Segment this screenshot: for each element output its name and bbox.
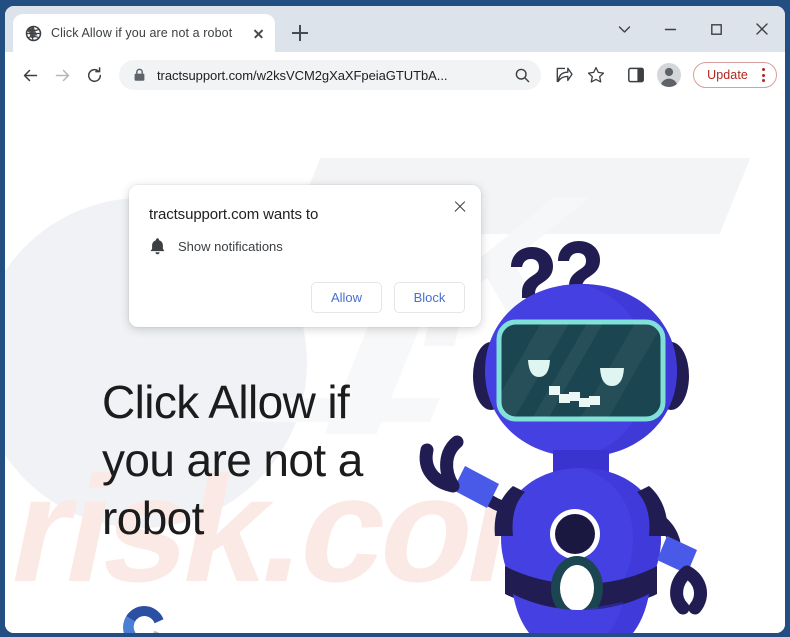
dialog-title: tractsupport.com wants to xyxy=(149,206,319,223)
url-text[interactable]: tractsupport.com/w2ksVCM2gXaXFpeiaGTUTbA… xyxy=(157,68,507,83)
tab-title: Click Allow if you are not a robot xyxy=(51,26,233,40)
bell-icon xyxy=(149,237,166,255)
chevron-down-icon[interactable] xyxy=(601,6,647,52)
dialog-actions: Allow Block xyxy=(311,282,465,313)
minimize-icon[interactable] xyxy=(647,6,693,52)
profile-avatar-icon[interactable] xyxy=(657,63,682,87)
side-panel-icon[interactable] xyxy=(621,60,651,90)
tab-close-icon[interactable] xyxy=(250,25,267,42)
tab-strip: Click Allow if you are not a robot xyxy=(5,6,785,52)
update-label: Update xyxy=(707,68,748,82)
address-bar[interactable]: tractsupport.com/w2ksVCM2gXaXFpeiaGTUTbA… xyxy=(119,60,542,90)
bookmark-star-icon[interactable] xyxy=(581,60,611,90)
browser-window-frame: Click Allow if you are not a robot tract… xyxy=(0,0,790,637)
e-captcha-logo: E-CAPTCHA xyxy=(109,601,179,633)
page-content: K risk.com Click Allow if you are not a … xyxy=(5,98,785,633)
forward-arrow-icon xyxy=(55,69,69,81)
reload-icon xyxy=(87,66,101,82)
browser-tab[interactable]: Click Allow if you are not a robot xyxy=(13,14,275,52)
new-tab-button[interactable] xyxy=(285,18,315,48)
dialog-close-icon[interactable] xyxy=(449,195,471,217)
dialog-option-row: Show notifications xyxy=(149,237,283,255)
browser-window: Click Allow if you are not a robot tract… xyxy=(5,6,785,633)
page-title: Click Allow if you are not a robot xyxy=(102,376,363,544)
dialog-option-label: Show notifications xyxy=(178,238,283,254)
search-icon[interactable] xyxy=(509,62,535,88)
kebab-menu-icon[interactable] xyxy=(754,64,772,86)
back-button[interactable] xyxy=(15,60,45,90)
block-button[interactable]: Block xyxy=(394,282,465,313)
e-captcha-c-icon xyxy=(123,606,164,633)
back-arrow-icon xyxy=(23,69,37,81)
lock-icon xyxy=(133,68,147,82)
notification-permission-dialog: tractsupport.com wants to Show notificat… xyxy=(129,185,481,327)
browser-toolbar: tractsupport.com/w2ksVCM2gXaXFpeiaGTUTbA… xyxy=(5,52,785,98)
allow-button[interactable]: Allow xyxy=(311,282,382,313)
close-icon[interactable] xyxy=(739,6,785,52)
reload-button[interactable] xyxy=(79,60,109,90)
forward-button[interactable] xyxy=(47,60,77,90)
window-controls xyxy=(601,6,785,52)
share-icon[interactable] xyxy=(549,60,579,90)
maximize-icon[interactable] xyxy=(693,6,739,52)
globe-icon xyxy=(25,25,42,42)
update-button[interactable]: Update xyxy=(693,62,777,88)
